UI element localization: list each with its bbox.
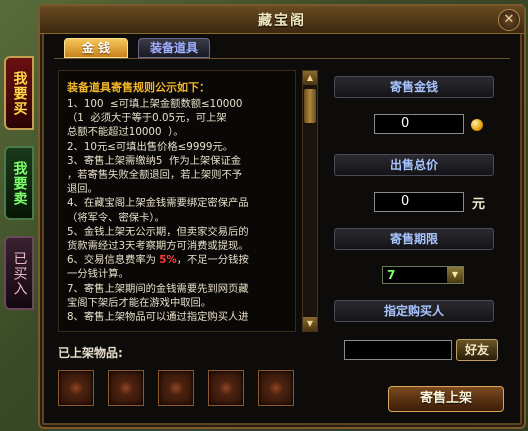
sell-price-input[interactable]: 0 — [374, 192, 464, 212]
rule-line-3: 总额不能超过10000 ）。 — [67, 125, 289, 139]
sell-period-select[interactable]: 7 ▼ — [382, 266, 464, 284]
fee-rate: 5% — [159, 254, 177, 267]
rule-line-11: 货款需经过3天考察期方可消费或提现。 — [67, 239, 289, 253]
rule-text: 3、寄售上架需缴纳5 作为上架保证金 — [67, 154, 242, 167]
buyer-name-input[interactable] — [344, 340, 452, 360]
side-tab-buy[interactable]: 我要买 — [4, 56, 34, 130]
gold-coin-icon — [471, 119, 483, 131]
sell-period-title: 寄售期限 — [334, 228, 494, 250]
rule-line-5: 3、寄售上架需缴纳5 作为上架保证金 — [67, 154, 289, 168]
rule-text: （将军令、密保卡）。 — [67, 211, 165, 224]
rule-line-1: 1、100 ≤可填上架金额数额≤10000 — [67, 97, 289, 111]
treasure-pavilion-window: 藏宝阁 ✕ 金 钱 装备道具 装备道具寄售规则公示如下： 1、100 ≤可填上架… — [38, 4, 526, 429]
sell-price-title: 出售总价 — [334, 154, 494, 176]
rule-text: 4、在藏宝阁上架金钱需要绑定密保产品 — [67, 197, 249, 210]
price-unit: 元 — [472, 197, 486, 212]
rule-text: 2、10元≤可填出售价格≤9999元。 — [67, 140, 234, 153]
consign-submit-button[interactable]: 寄售上架 — [388, 386, 504, 412]
scroll-up-icon[interactable]: ▲ — [303, 71, 317, 85]
scroll-thumb[interactable] — [304, 89, 316, 123]
rule-text: ，若寄售失败全额退回，若上架则不予 — [67, 169, 243, 182]
rule-line-15: 宝阁下架后才能在游戏中取回。 — [67, 296, 289, 310]
title-bar: 藏宝阁 ✕ — [40, 6, 524, 34]
rule-text: 1、100 ≤可填上架金额数额≤10000 — [67, 98, 243, 110]
tab-gear-items[interactable]: 装备道具 — [138, 38, 210, 58]
designated-buyer-title: 指定购买人 — [334, 300, 494, 322]
window-title: 藏宝阁 — [258, 12, 306, 29]
side-tab-sell-label: 我要卖 — [11, 160, 28, 206]
tab-divider — [54, 58, 510, 59]
listed-item-slot[interactable] — [108, 370, 144, 406]
sell-period-value: 7 — [387, 268, 396, 282]
listed-item-slot[interactable] — [258, 370, 294, 406]
rule-text: 7、寄售上架期间的金钱需要先到网页藏 — [67, 282, 249, 295]
rule-text: 宝阁下架后才能在游戏中取回。 — [67, 296, 212, 309]
rule-line-8: 4、在藏宝阁上架金钱需要绑定密保产品 — [67, 196, 289, 210]
rule-line-12: 6、交易信息费率为 5%，不足一分钱按 — [67, 253, 289, 267]
rule-text: 退回。 — [67, 183, 98, 196]
side-tab-bought[interactable]: 已买入 — [4, 236, 34, 310]
scroll-down-icon[interactable]: ▼ — [303, 317, 317, 331]
rule-line-14: 7、寄售上架期间的金钱需要先到网页藏 — [67, 282, 289, 296]
rule-line-2: （1 必须大于等于0.05元，可上架 — [67, 111, 289, 125]
listed-item-slot[interactable] — [58, 370, 94, 406]
rule-text: 总额不能超过10000 ）。 — [67, 126, 184, 139]
rule-text: 货款需经过3天考察期方可消费或提现。 — [67, 240, 249, 253]
listed-item-slot[interactable] — [158, 370, 194, 406]
rules-panel: 装备道具寄售规则公示如下： 1、100 ≤可填上架金额数额≤10000 （1 必… — [58, 70, 296, 332]
rule-text: （1 必须大于等于0.05元，可上架 — [67, 112, 227, 125]
rules-heading: 装备道具寄售规则公示如下： — [67, 81, 210, 94]
rule-line-6: ，若寄售失败全额退回，若上架则不予 — [67, 168, 289, 182]
sell-money-input[interactable]: 0 — [374, 114, 464, 134]
side-tab-buy-label: 我要买 — [11, 70, 28, 116]
rule-text: 8、寄售上架物品可以通过指定购买人进 — [67, 311, 249, 324]
listed-item-slot[interactable] — [208, 370, 244, 406]
fee-suffix: ，不足一分钱按 — [176, 254, 249, 267]
side-tab-sell[interactable]: 我要卖 — [4, 146, 34, 220]
rule-text: 5、金钱上架无公示期，但卖家交易后的 — [67, 225, 249, 238]
sell-money-title: 寄售金钱 — [334, 76, 494, 98]
rule-line-7: 退回。 — [67, 182, 289, 196]
rule-line-9: （将军令、密保卡）。 — [67, 211, 289, 225]
friend-button[interactable]: 好友 — [456, 339, 498, 361]
listed-items-label: 已上架物品: — [58, 346, 123, 360]
rule-text: 一分钱计算。 — [67, 268, 129, 281]
rule-line-10: 5、金钱上架无公示期，但卖家交易后的 — [67, 225, 289, 239]
rule-line-4: 2、10元≤可填出售价格≤9999元。 — [67, 140, 289, 154]
tab-money[interactable]: 金 钱 — [64, 38, 128, 58]
chevron-down-icon[interactable]: ▼ — [447, 267, 463, 283]
rule-text: 6、交易信息费率为 — [67, 254, 156, 267]
close-icon[interactable]: ✕ — [498, 9, 520, 31]
rule-line-13: 一分钱计算。 — [67, 267, 289, 281]
side-tab-bought-label: 已买入 — [11, 250, 28, 296]
rule-line-16: 8、寄售上架物品可以通过指定购买人进 — [67, 310, 289, 324]
rules-scrollbar[interactable]: ▲ ▼ — [302, 70, 318, 332]
